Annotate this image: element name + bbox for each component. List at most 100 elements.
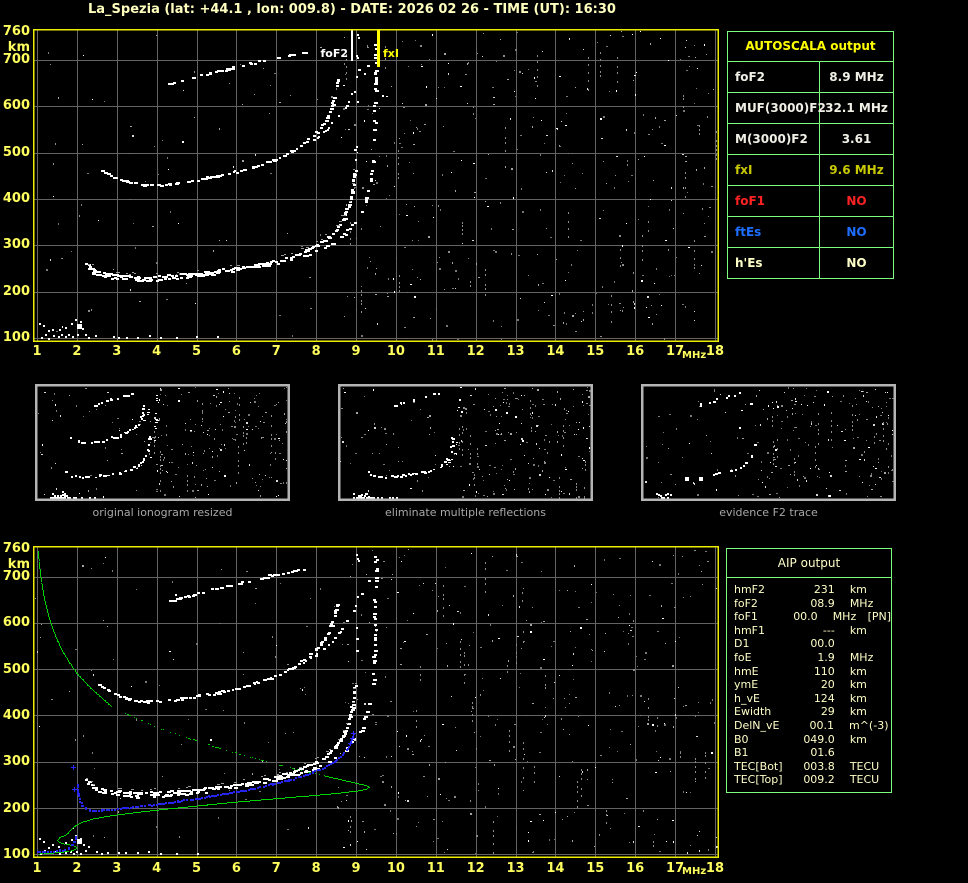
parameter-value: 8.9 MHz (829, 70, 884, 84)
x-axis-tick-label: 8 (311, 861, 321, 876)
parameter-value: NO (846, 225, 867, 239)
aip-value: 003.8 (803, 759, 835, 773)
aip-unit (835, 637, 887, 651)
x-axis-tick-label: 5 (191, 861, 202, 876)
aip-row-fof2: foF2 08.9 MHz (734, 597, 891, 611)
aip-value: 049.0 (803, 732, 835, 746)
fof2-marker-label: foF2 (320, 47, 348, 60)
x-axis-tick-label: 7 (271, 344, 281, 359)
aip-unit: m^(-3) (849, 718, 889, 732)
x-axis-tick-label: 9 (351, 344, 361, 359)
aip-output-table: AIP output hmF2 231 km foF2 08.9 MHz foF1 00.0 M… (726, 548, 892, 793)
autoscala-output-table: AUTOSCALA output foF2 8.9 MHz MUF(3000)F2 3… (727, 31, 894, 279)
x-axis-tick-label: 1 (32, 344, 42, 359)
x-axis-tick-label: 4 (152, 344, 162, 359)
y-axis-tick-label: 500 (2, 144, 30, 160)
x-axis-tick-label: 16 (626, 344, 645, 359)
aip-unit: MHz (832, 610, 857, 624)
y-axis-tick-label: 100 (2, 330, 30, 345)
x-axis-tick-label: 9 (351, 861, 361, 876)
y-axis-tick-label: 200 (2, 283, 30, 299)
aip-unit: MHz (849, 650, 874, 664)
parameter-label: fxI (728, 155, 820, 185)
aip-value: 01.6 (810, 746, 835, 760)
x-axis-tick-label: 2 (72, 861, 82, 876)
parameter-label: foF1 (728, 186, 820, 216)
aip-label: ymE (734, 678, 759, 692)
parameter-label: ftEs (728, 217, 820, 247)
station-title: La_Spezia (lat: +44.1 , lon: 009.8) - DA… (88, 2, 616, 17)
x-axis-unit-label: MHz (682, 866, 707, 877)
autoscala-row-fxi: fxI 9.6 MHz (728, 155, 893, 186)
parameter-value: 32.1 MHz (825, 101, 888, 115)
aip-extra (887, 692, 891, 706)
y-axis-tick-label: 760 (2, 541, 30, 556)
x-axis-tick-label: 14 (546, 861, 565, 876)
aip-row-d1: D1 00.0 (734, 637, 891, 651)
parameter-value: 3.61 (841, 132, 872, 146)
y-axis-tick-label: 500 (2, 661, 30, 677)
aip-unit: km (849, 583, 867, 596)
aip-label: Ewidth (734, 705, 772, 719)
parameter-label: MUF(3000)F2 (728, 93, 826, 123)
aip-extra (887, 651, 891, 665)
aip-row-yme: ymE 20 km (734, 678, 891, 692)
aip-label: TEC[Bot] (734, 759, 783, 773)
x-axis-tick-label: 3 (112, 344, 122, 359)
aip-unit: TECU (849, 759, 880, 773)
y-axis-unit-label: km (7, 557, 30, 572)
aip-extra (887, 597, 891, 611)
aip-row-fof1: foF1 00.0 MHz [PN] (734, 610, 891, 624)
aip-extra (887, 624, 891, 638)
x-axis-tick-label: 6 (231, 861, 241, 876)
y-axis-tick-label: 400 (2, 190, 30, 206)
aip-label: TEC[Top] (734, 773, 783, 787)
aip-value: 00.1 (809, 718, 835, 732)
parameter-label: h'Es (728, 248, 820, 278)
y-axis-tick-label: 200 (2, 800, 30, 816)
autoscala-row-fof1: foF1 NO (728, 186, 893, 217)
parameter-label: foF2 (728, 62, 820, 92)
aip-value: 00.0 (810, 637, 835, 651)
aip-value: 00.0 (793, 610, 818, 624)
autoscala-table-rows: foF2 8.9 MHz MUF(3000)F2 32.1 MHz M(3000)F2 3… (728, 62, 893, 278)
aip-row-ewidth: Ewidth 29 km (734, 705, 891, 719)
y-axis-tick-label: 100 (2, 847, 30, 862)
y-axis-tick-label: 300 (2, 754, 30, 770)
ionogram-bottom-canvas (33, 546, 719, 858)
x-axis-tick-label: 2 (72, 344, 82, 359)
aip-table-header: AIP output (727, 549, 891, 578)
aip-row-h-ve: h_vE 124 km (734, 692, 891, 706)
x-axis-tick-label: 12 (466, 861, 485, 876)
aip-unit: km (849, 623, 867, 637)
aip-row-hme: hmE 110 km (734, 665, 891, 679)
aip-row-b0: B0 049.0 km (734, 733, 891, 747)
parameter-value: NO (846, 194, 867, 208)
x-axis-tick-label: 11 (426, 344, 445, 359)
x-axis-tick-label: 13 (506, 861, 525, 876)
fxi-marker-label: fxI (383, 47, 399, 60)
panel-caption-evidence: evidence F2 trace (719, 506, 818, 519)
aip-unit: km (849, 691, 867, 705)
aip-value: 231 (813, 583, 835, 596)
x-axis-tick-label: 11 (426, 861, 445, 876)
aip-value: 124 (813, 691, 835, 705)
aip-value: 110 (813, 664, 835, 678)
aip-table-rows: hmF2 231 km foF2 08.9 MHz foF1 00.0 MHz [PN] hmF1-… (727, 578, 891, 787)
aip-label: B0 (734, 732, 749, 746)
aip-extra (887, 637, 891, 651)
parameter-label: M(3000)F2 (728, 124, 820, 154)
aip-extra (887, 705, 891, 719)
aip-unit: km (849, 664, 867, 678)
aip-unit: MHz (849, 596, 874, 610)
aip-label: foE (734, 650, 752, 664)
aip-value: 009.2 (803, 773, 835, 787)
aip-unit: km (849, 732, 867, 746)
aip-extra (887, 773, 891, 787)
x-axis-tick-label: 4 (152, 861, 162, 876)
x-axis-tick-label: 12 (466, 344, 485, 359)
aip-row-tec-top-: TEC[Top] 009.2 TECU (734, 773, 891, 787)
x-axis-tick-label: 6 (231, 344, 241, 359)
aip-label: B1 (734, 746, 749, 760)
aip-row-hmf2: hmF2 231 km (734, 583, 891, 597)
